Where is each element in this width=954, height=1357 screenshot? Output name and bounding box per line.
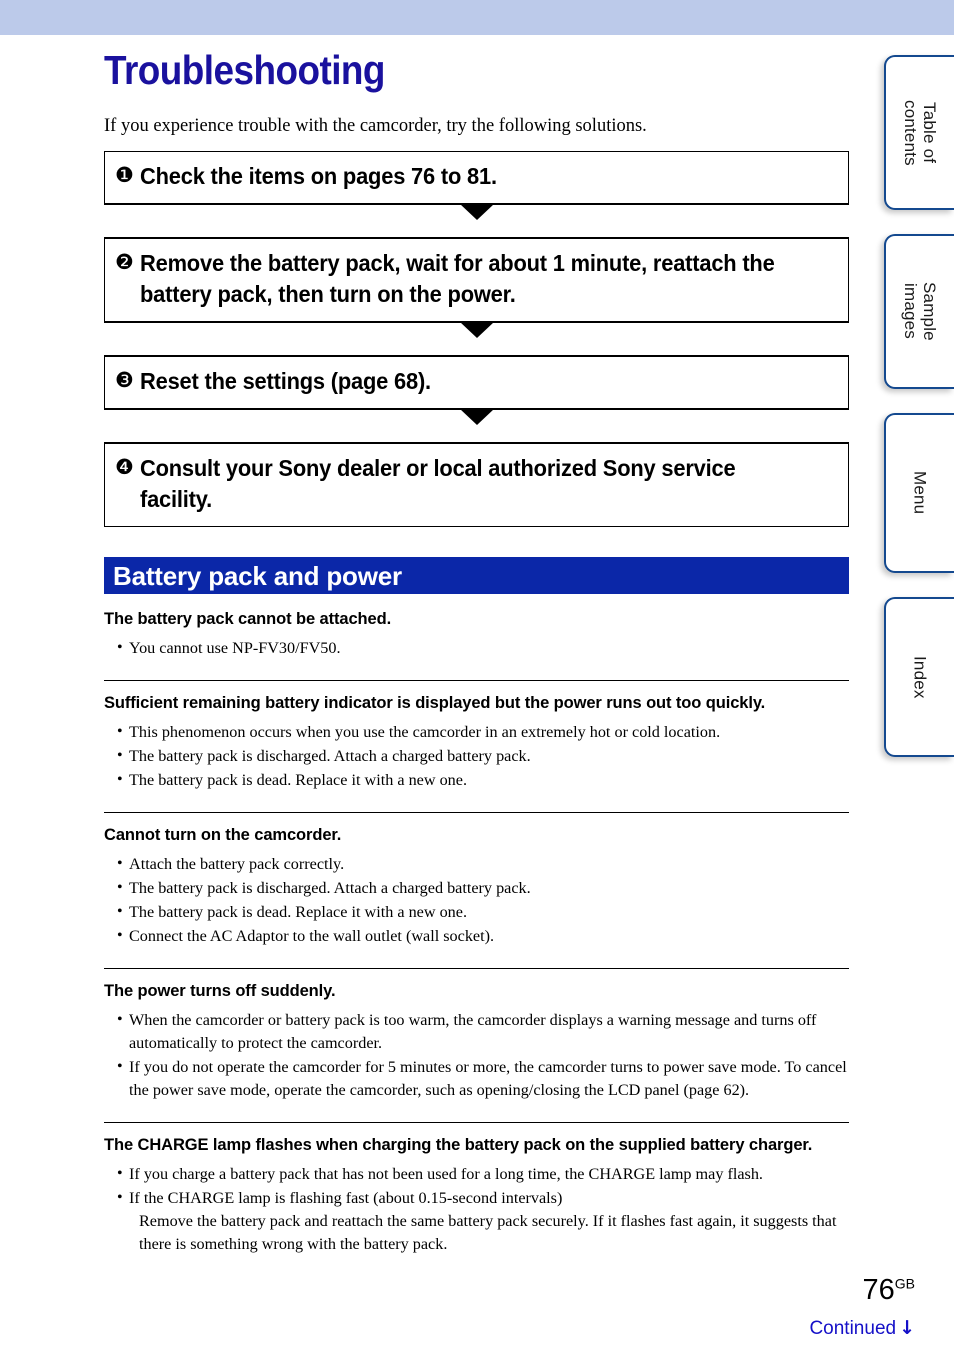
qa-list: • If you charge a battery pack that has n…	[104, 1163, 849, 1256]
step-text-2: Remove the battery pack, wait for about …	[139, 250, 775, 307]
qa-heading: The power turns off suddenly.	[104, 982, 336, 1000]
list-item-text: The battery pack is dead. Replace it wit…	[129, 771, 468, 789]
side-tab-label: Menu	[910, 471, 930, 515]
down-arrow-icon	[459, 204, 494, 220]
page-title: Troubleshooting	[104, 47, 385, 93]
list-item-text: The battery pack is discharged. Attach a…	[129, 879, 531, 897]
step-box-1: ❶ Check the items on pages 76 to 81.	[104, 151, 849, 204]
step-connector-3	[104, 409, 849, 443]
qa-list: • When the camcorder or battery pack is t…	[104, 1009, 849, 1102]
side-tab-label: Sample images	[901, 282, 939, 341]
list-item: • The battery pack is discharged. Attach …	[104, 745, 849, 768]
step-text-4: Consult your Sony dealer or local author…	[139, 455, 736, 512]
qa-list: • You cannot use NP-FV30/FV50.	[104, 637, 849, 660]
side-tab-index[interactable]: Index	[884, 597, 954, 757]
bullet-icon: •	[117, 1165, 123, 1182]
list-item: • When the camcorder or battery pack is t…	[104, 1009, 849, 1055]
list-item: • If you do not operate the camcorder for…	[104, 1056, 849, 1102]
section-banner-label: Battery pack and power	[113, 560, 402, 591]
page-number: 76GB	[863, 1275, 916, 1305]
list-item: • Attach the battery pack correctly.	[104, 853, 849, 876]
qa-heading: Cannot turn on the camcorder.	[104, 826, 342, 844]
bullet-icon: •	[117, 771, 123, 788]
bullet-icon: •	[117, 747, 123, 764]
side-tab-label: Index	[910, 655, 930, 699]
step-connector-1	[104, 204, 849, 238]
down-arrow-icon	[459, 409, 494, 425]
list-item: • This phenomenon occurs when you use the…	[104, 721, 849, 744]
list-item-text: If the CHARGE lamp is flashing fast (abo…	[129, 1189, 563, 1207]
list-item-text: This phenomenon occurs when you use the …	[129, 723, 721, 741]
bullet-icon: •	[117, 639, 123, 656]
step-connector-2	[104, 322, 849, 356]
bullet-icon: •	[117, 1058, 123, 1075]
intro-paragraph: If you experience trouble with the camco…	[104, 116, 647, 136]
qa-block-5: The CHARGE lamp flashes when charging th…	[104, 1122, 849, 1256]
continued-indicator: Continued ↓	[809, 1317, 915, 1340]
list-item: • If the CHARGE lamp is flashing fast (ab…	[104, 1187, 849, 1256]
page-number-suffix: GB	[894, 1275, 915, 1292]
section-banner: Battery pack and power	[104, 557, 849, 594]
down-arrow-icon	[459, 322, 494, 338]
list-item-text: If you charge a battery pack that has no…	[129, 1165, 763, 1183]
step-text-1: Check the items on pages 76 to 81.	[139, 163, 497, 189]
side-tab-label: Table of contents	[901, 99, 939, 166]
list-item-text: When the camcorder or battery pack is to…	[129, 1011, 817, 1052]
step-box-3: ❸ Reset the settings (page 68).	[104, 356, 849, 409]
bullet-icon: •	[117, 927, 123, 944]
step-number-2: ❷	[115, 250, 134, 274]
top-decoration-band	[0, 0, 954, 35]
bullet-icon: •	[117, 903, 123, 920]
step-box-2: ❷ Remove the battery pack, wait for abou…	[104, 238, 849, 322]
side-tab-menu[interactable]: Menu	[884, 413, 954, 573]
list-item: • Connect the AC Adaptor to the wall outl…	[104, 925, 849, 948]
step-box-4: ❹ Consult your Sony dealer or local auth…	[104, 443, 849, 527]
qa-heading: Sufficient remaining battery indicator i…	[104, 694, 766, 712]
step-number-1: ❶	[115, 163, 134, 187]
list-item: • You cannot use NP-FV30/FV50.	[104, 637, 849, 660]
page-number-value: 76	[862, 1274, 895, 1306]
side-tab-table-of-contents[interactable]: Table of contents	[884, 55, 954, 210]
down-arrow-icon: ↓	[899, 1317, 915, 1339]
step-number-4: ❹	[115, 455, 134, 479]
continued-label: Continued	[809, 1318, 897, 1339]
page-content: Troubleshooting If you experience troubl…	[104, 35, 849, 1257]
qa-list: • Attach the battery pack correctly. • The…	[104, 853, 849, 948]
list-item-text: The battery pack is discharged. Attach a…	[129, 747, 531, 765]
troubleshooting-step-flow: ❶ Check the items on pages 76 to 81. ❷ R…	[104, 151, 849, 527]
list-item-text: You cannot use NP-FV30/FV50.	[129, 639, 341, 657]
list-item-text: Connect the AC Adaptor to the wall outle…	[129, 927, 495, 945]
list-item: • The battery pack is dead. Replace it wi…	[104, 901, 849, 924]
side-tab-strip: Table of contents Sample images Menu Ind…	[884, 55, 954, 781]
bullet-icon: •	[117, 723, 123, 740]
qa-heading: The CHARGE lamp flashes when charging th…	[104, 1136, 813, 1154]
step-text-3: Reset the settings (page 68).	[139, 368, 431, 394]
bullet-icon: •	[117, 879, 123, 896]
qa-block-2: Sufficient remaining battery indicator i…	[104, 680, 849, 792]
step-number-3: ❸	[115, 368, 134, 392]
bullet-icon: •	[117, 1011, 123, 1028]
list-item-text: The battery pack is dead. Replace it wit…	[129, 903, 468, 921]
list-item: • The battery pack is dead. Replace it wi…	[104, 769, 849, 792]
bullet-icon: •	[117, 855, 123, 872]
bullet-icon: •	[117, 1189, 123, 1206]
list-item-text: If you do not operate the camcorder for …	[129, 1058, 847, 1099]
side-tab-sample-images[interactable]: Sample images	[884, 234, 954, 389]
list-item-text: Attach the battery pack correctly.	[129, 855, 345, 873]
list-item: • The battery pack is discharged. Attach …	[104, 877, 849, 900]
qa-list: • This phenomenon occurs when you use the…	[104, 721, 849, 792]
qa-block-3: Cannot turn on the camcorder. • Attach th…	[104, 812, 849, 948]
list-item-continuation: Remove the battery pack and reattach the…	[139, 1212, 837, 1253]
qa-block-1: The battery pack cannot be attached. • Yo…	[104, 608, 849, 660]
qa-heading: The battery pack cannot be attached.	[104, 610, 392, 628]
qa-block-4: The power turns off suddenly. • When the …	[104, 968, 849, 1102]
list-item: • If you charge a battery pack that has n…	[104, 1163, 849, 1186]
